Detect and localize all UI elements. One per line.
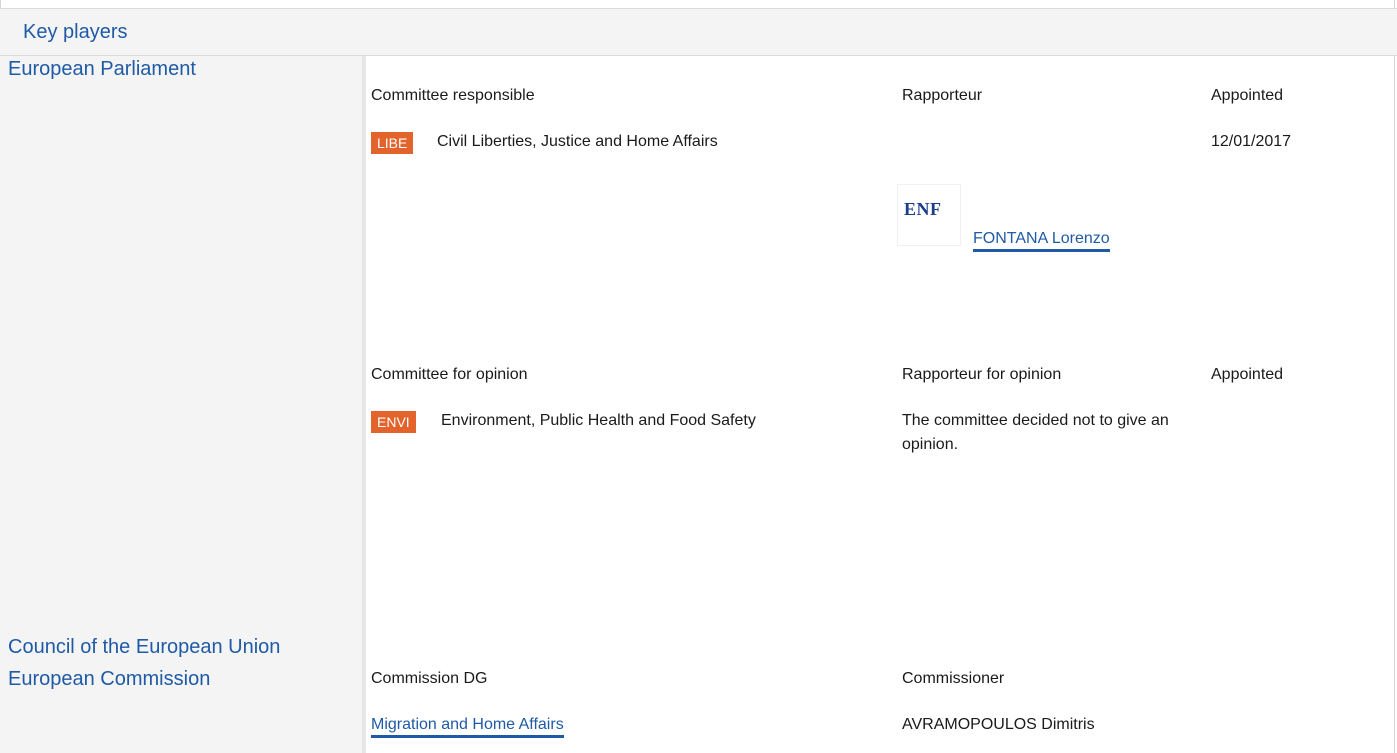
rapporteur-link[interactable]: FONTANA Lorenzo — [973, 230, 1110, 252]
header-commissioner: Commissioner — [902, 670, 1005, 687]
appointed-date: 12/01/2017 — [1211, 133, 1292, 150]
committee-name-libe: Civil Liberties, Justice and Home Affair… — [437, 133, 718, 150]
header-rapporteur: Rapporteur — [902, 87, 983, 104]
section-header: Key players — [0, 8, 1397, 56]
commission-dg-link[interactable]: Migration and Home Affairs — [371, 716, 564, 738]
enf-group-logo: ENF — [897, 184, 961, 246]
header-committee-responsible: Committee responsible — [371, 87, 535, 104]
header-commission-dg: Commission DG — [371, 670, 488, 687]
opinion-note: The committee decided not to give an opi… — [902, 412, 1169, 453]
body-european-commission: European Commission — [8, 668, 211, 690]
committee-name-envi: Environment, Public Health and Food Safe… — [441, 412, 756, 429]
header-committee-opinion: Committee for opinion — [371, 366, 528, 383]
body-european-parliament: European Parliament — [8, 58, 196, 80]
section-title: Key players — [23, 21, 128, 43]
body-council: Council of the European Union — [8, 636, 281, 658]
header-rapporteur-opinion: Rapporteur for opinion — [902, 366, 1062, 383]
commissioner-name: AVRAMOPOULOS Dimitris — [902, 716, 1095, 733]
committee-badge-libe[interactable]: LIBE — [371, 132, 414, 154]
header-appointed-opinion: Appointed — [1211, 366, 1284, 383]
enf-logo-text: ENF — [904, 199, 942, 219]
committee-badge-envi[interactable]: ENVI — [371, 411, 416, 433]
header-appointed: Appointed — [1211, 87, 1284, 104]
